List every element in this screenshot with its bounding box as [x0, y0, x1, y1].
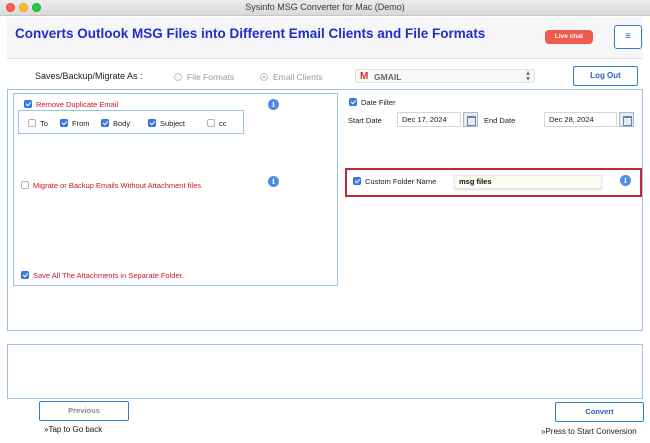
remove-duplicate-checkbox[interactable] — [24, 100, 32, 108]
end-date-field[interactable]: Dec 28, 2024 — [544, 112, 617, 127]
file-formats-label: File Formats — [187, 72, 235, 82]
app-header: Converts Outlook MSG Files into Differen… — [7, 17, 643, 59]
dup-from-label: From — [72, 119, 90, 128]
without-attachment-info-icon[interactable]: i — [268, 176, 279, 187]
gmail-logo-icon: M — [360, 71, 369, 82]
custom-folder-label: Custom Folder Name — [365, 177, 437, 186]
save-as-label: Saves/Backup/Migrate As : — [35, 71, 143, 81]
date-filter-label: Date Filter — [361, 98, 396, 107]
dup-body-checkbox[interactable] — [101, 119, 109, 127]
menu-button[interactable]: ≡ — [614, 25, 642, 49]
page-headline: Converts Outlook MSG Files into Differen… — [15, 26, 486, 41]
dup-subject-label: Subject — [160, 119, 186, 128]
custom-folder-info-icon[interactable]: i — [620, 175, 631, 186]
log-panel — [7, 344, 643, 399]
previous-button[interactable]: Previous — [39, 401, 129, 421]
email-client-value: GMAIL — [374, 72, 402, 82]
remove-duplicate-label: Remove Duplicate Email — [36, 100, 119, 109]
custom-folder-checkbox[interactable] — [353, 177, 361, 185]
custom-folder-input[interactable]: msg files — [454, 175, 602, 189]
email-clients-label: Email Clients — [273, 72, 323, 82]
end-date-calendar-icon[interactable] — [619, 112, 634, 127]
without-attachment-label: Migrate or Backup Emails Without Attachm… — [33, 181, 201, 190]
window-titlebar: Sysinfo MSG Converter for Mac (Demo) — [0, 0, 650, 16]
dup-to-label: To — [40, 119, 48, 128]
dup-cc-checkbox[interactable] — [207, 119, 215, 127]
start-date-calendar-icon[interactable] — [463, 112, 478, 127]
dup-from-checkbox[interactable] — [60, 119, 68, 127]
end-date-label: End Date — [484, 116, 516, 125]
remove-duplicate-info-icon[interactable]: i — [268, 99, 279, 110]
save-attachments-checkbox[interactable] — [21, 271, 29, 279]
date-filter-checkbox[interactable] — [349, 98, 357, 106]
hamburger-icon: ≡ — [625, 31, 631, 42]
email-client-select[interactable]: M GMAIL ▴ ▾ — [355, 69, 535, 83]
start-date-label: Start Date — [348, 116, 382, 125]
save-attachments-label: Save All The Attachments in Separate Fol… — [33, 271, 184, 280]
file-formats-radio[interactable] — [174, 73, 182, 81]
without-attachment-checkbox[interactable] — [21, 181, 29, 189]
logout-button[interactable]: Log Out — [573, 66, 638, 86]
dup-to-checkbox[interactable] — [28, 119, 36, 127]
chevron-updown-icon: ▴ ▾ — [525, 68, 530, 83]
dup-cc-label: cc — [219, 119, 227, 128]
window-title: Sysinfo MSG Converter for Mac (Demo) — [245, 2, 405, 12]
email-clients-radio[interactable] — [260, 73, 268, 81]
convert-hint: »Press to Start Conversion — [541, 427, 637, 436]
previous-hint: »Tap to Go back — [44, 425, 103, 434]
dup-subject-checkbox[interactable] — [148, 119, 156, 127]
live-chat-button[interactable]: Live chat — [545, 30, 593, 44]
start-date-field[interactable]: Dec 17, 2024 — [397, 112, 461, 127]
dup-body-label: Body — [113, 119, 131, 128]
convert-button[interactable]: Convert — [555, 402, 644, 422]
